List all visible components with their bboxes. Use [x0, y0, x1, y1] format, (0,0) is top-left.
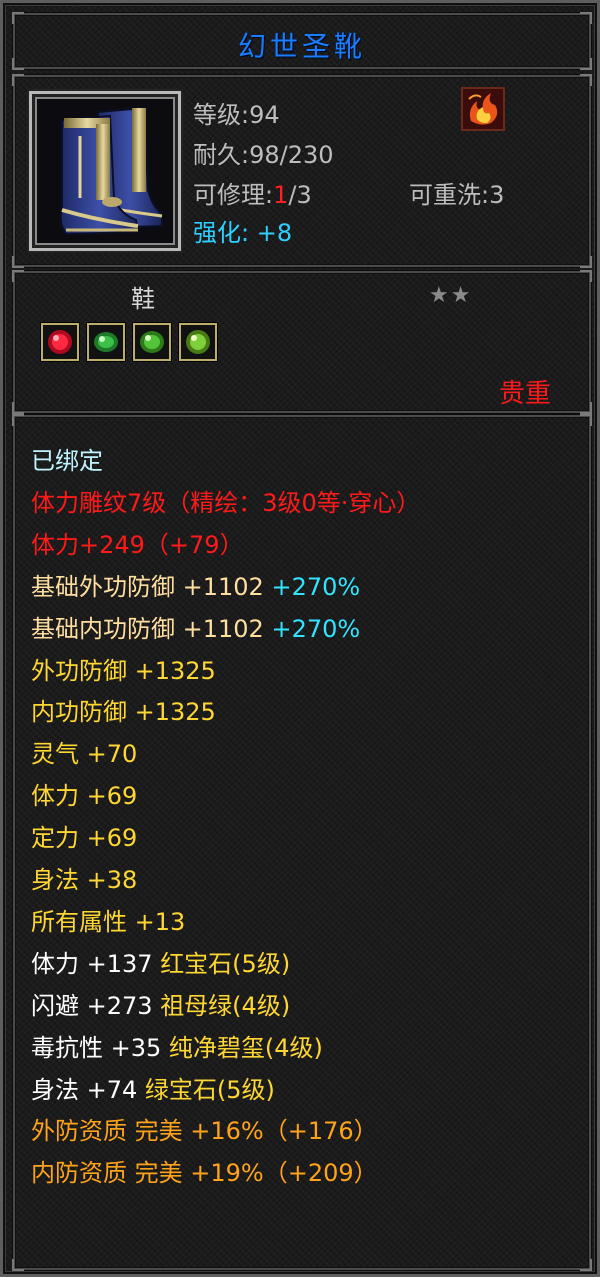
- green-gem-icon: [186, 330, 210, 354]
- attribute-text: 体力雕纹7级（精绘：3级0等·穿心）: [31, 488, 421, 517]
- gem-slot-panel: 鞋 ★★ 贵重: [12, 270, 592, 414]
- attribute-line: 基础外功防御 +1102 +270%: [31, 573, 360, 601]
- attribute-line: 内防资质 完美 +19%（+209）: [31, 1159, 378, 1187]
- star-rating: ★★: [429, 283, 473, 308]
- attribute-line: 身法 +74 绿宝石(5级): [31, 1076, 275, 1104]
- attribute-line: 所有属性 +13: [31, 908, 185, 936]
- attribute-text: 体力 +69: [31, 782, 138, 811]
- attribute-text: 闪避 +273: [31, 991, 161, 1020]
- attribute-text: +270%: [271, 572, 361, 601]
- attribute-line: 已绑定: [31, 447, 103, 475]
- repair-stat: 可修理:1/3: [193, 181, 312, 209]
- attribute-line: 体力 +137 红宝石(5级): [31, 950, 290, 978]
- attribute-text: 外功防御 +1325: [31, 656, 216, 685]
- item-tooltip: 幻世圣靴 等级:94 耐久:98/230 可修理:1/3 可重洗:3 强化: +…: [0, 0, 600, 1277]
- durability-stat: 耐久:98/230: [193, 141, 334, 169]
- level-stat: 等级:94: [193, 101, 280, 129]
- attribute-text: 身法 +74: [31, 1075, 145, 1104]
- attribute-text: 基础外功防御 +1102: [31, 572, 272, 601]
- gem-slot-4[interactable]: [179, 323, 217, 361]
- attribute-text: 所有属性 +13: [31, 907, 186, 936]
- attribute-text: 定力 +69: [31, 824, 138, 853]
- attribute-text: 毒抗性 +35: [31, 1033, 169, 1062]
- attribute-line: 外防资质 完美 +16%（+176）: [31, 1117, 378, 1145]
- attribute-line: 身法 +38: [31, 866, 137, 894]
- attribute-line: 内功防御 +1325: [31, 698, 216, 726]
- fire-swirl-icon: [461, 87, 505, 135]
- red-gem-icon: [48, 330, 72, 354]
- attribute-text: 灵气 +70: [31, 740, 138, 769]
- gem-slot-1[interactable]: [41, 323, 79, 361]
- attribute-line: 体力雕纹7级（精绘：3级0等·穿心）: [31, 489, 420, 517]
- attribute-line: 毒抗性 +35 纯净碧玺(4级): [31, 1034, 323, 1062]
- attribute-line: 基础内功防御 +1102 +270%: [31, 615, 360, 643]
- blue-gold-boots-icon: [59, 106, 163, 236]
- gem-slot-2[interactable]: [87, 323, 125, 361]
- equip-type-label: 鞋: [131, 285, 155, 313]
- attribute-line: 体力+249（+79）: [31, 531, 244, 559]
- attribute-text: 已绑定: [31, 447, 103, 475]
- attribute-text: 基础内功防御 +1102: [31, 614, 272, 643]
- attribute-text: 绿宝石(5级): [144, 1075, 275, 1104]
- attribute-text: 体力+249（+79）: [31, 530, 244, 559]
- rewash-stat: 可重洗:3: [409, 181, 505, 209]
- green-gem-icon: [94, 332, 118, 352]
- attribute-line: 灵气 +70: [31, 740, 137, 768]
- attribute-text: 外防资质 完美 +16%（+176）: [31, 1117, 378, 1146]
- item-name: 幻世圣靴: [237, 30, 366, 63]
- attribute-text: 内功防御 +1325: [31, 698, 216, 727]
- item-icon-frame: [29, 91, 181, 251]
- attribute-line: 闪避 +273 祖母绿(4级): [31, 992, 290, 1020]
- attribute-line: 体力 +69: [31, 782, 137, 810]
- item-header: 等级:94 耐久:98/230 可修理:1/3 可重洗:3 强化: +8: [12, 74, 592, 268]
- attribute-text: 身法 +38: [31, 866, 138, 894]
- title-bar: 幻世圣靴: [12, 12, 592, 70]
- attribute-panel: 已绑定体力雕纹7级（精绘：3级0等·穿心） 体力+249（+79） 基础外功防御 +…: [12, 414, 592, 1271]
- attribute-line: 定力 +69: [31, 824, 137, 852]
- attribute-text: +270%: [271, 614, 361, 643]
- attribute-line: 外功防御 +1325: [31, 657, 216, 685]
- attribute-text: 纯净碧玺(4级): [168, 1033, 323, 1062]
- attribute-text: 体力 +137: [31, 949, 161, 978]
- gem-slot-3[interactable]: [133, 323, 171, 361]
- attribute-text: 内防资质 完美 +19%（+209）: [31, 1159, 378, 1188]
- enhance-stat: 强化: +8: [193, 219, 293, 247]
- rarity-label: 贵重: [498, 379, 551, 409]
- attribute-text: 祖母绿(4级): [160, 991, 291, 1020]
- attribute-text: 红宝石(5级): [160, 949, 291, 978]
- green-gem-icon: [140, 331, 164, 353]
